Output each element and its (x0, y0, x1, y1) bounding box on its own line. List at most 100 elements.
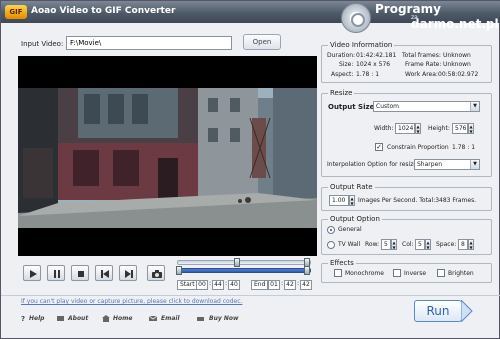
col-stepper[interactable]: ▲ ▼ (425, 239, 431, 250)
start-seconds[interactable]: 40 (228, 280, 240, 290)
capture-button[interactable] (147, 265, 165, 281)
size-label: Size: (339, 61, 354, 68)
position-slider[interactable] (177, 258, 311, 267)
frame-rate-label: Frame Rate: (405, 61, 442, 68)
about-link[interactable]: About (68, 315, 88, 322)
stop-button[interactable] (71, 265, 89, 281)
end-minutes[interactable]: 42 (284, 280, 296, 290)
inverse-checkbox[interactable] (393, 269, 401, 277)
resize-title: Resize (328, 89, 355, 97)
download-codec-link[interactable]: If you can't play video or capture pictu… (21, 298, 242, 305)
tv-wall-label: TV Wall (338, 241, 361, 248)
row-label: Row: (365, 241, 380, 248)
aspect-value: 1.78 : 1 (356, 71, 380, 78)
output-rate-stepper[interactable]: ▲ ▼ (349, 195, 355, 206)
street-scene-illustration (18, 88, 317, 228)
end-seconds[interactable]: 42 (300, 280, 312, 290)
end-hours[interactable]: 01 (268, 280, 280, 290)
email-link[interactable]: Email (161, 315, 180, 322)
step-forward-icon (125, 270, 133, 278)
total-frames-value: Unknown (443, 52, 471, 59)
col-label: Col: (402, 241, 414, 248)
output-size-dropdown[interactable]: Custom ▼ (373, 101, 480, 112)
row-field[interactable]: 5 (381, 239, 391, 250)
output-size-label: Output Size: (328, 103, 378, 111)
watermark-line2: darmo.net.pl (411, 17, 499, 31)
space-stepper[interactable]: ▲ ▼ (468, 239, 474, 250)
height-label: Height: (428, 125, 450, 132)
monochrome-checkbox[interactable] (334, 269, 342, 277)
start-hours[interactable]: 00 (196, 280, 208, 290)
gear-logo-icon (341, 3, 371, 33)
work-area-slider[interactable] (176, 266, 311, 275)
input-video-field[interactable] (66, 36, 232, 50)
row-stepper[interactable]: ▲ ▼ (391, 239, 397, 250)
title-bar[interactable]: GIF Aoao Video to GIF Converter Programy… (1, 1, 500, 33)
end-time-label[interactable]: End (251, 280, 269, 290)
watermark-line1: Programy (375, 2, 441, 16)
duration-value: 01:42:42.181 (356, 52, 397, 59)
video-preview (18, 56, 317, 256)
height-stepper[interactable]: ▲ ▼ (468, 123, 474, 134)
col-field[interactable]: 5 (415, 239, 425, 250)
output-option-title: Output Option (328, 215, 382, 223)
position-slider-thumb[interactable] (234, 258, 241, 267)
chevron-down-icon[interactable]: ▼ (470, 102, 479, 111)
camera-icon (152, 270, 162, 278)
output-rate-title: Output Rate (328, 183, 375, 191)
email-icon (149, 315, 157, 321)
effects-title: Effects (328, 259, 356, 267)
start-time-label[interactable]: Start (177, 280, 198, 290)
previous-frame-button[interactable] (95, 265, 113, 281)
width-label: Width: (374, 125, 394, 132)
tv-wall-radio[interactable] (327, 241, 335, 249)
size-value: 1024 x 576 (356, 61, 391, 68)
home-icon (102, 315, 110, 322)
help-icon: ? (21, 315, 25, 322)
interpolation-dropdown[interactable]: Sharpen ▼ (414, 159, 480, 170)
chevron-down-icon[interactable]: ▼ (470, 160, 479, 169)
duration-label: Duration: (327, 52, 356, 59)
width-stepper[interactable]: ▲ ▼ (415, 123, 421, 134)
constrain-proportion-label: Constrain Proportion (387, 144, 449, 151)
output-rate-field[interactable]: 1.00 (329, 195, 349, 206)
height-field[interactable]: 576 (452, 123, 468, 134)
work-area-start-thumb[interactable] (176, 266, 182, 275)
app-window: GIF Aoao Video to GIF Converter Programy… (0, 0, 500, 339)
constrain-ratio-value: 1.78 : 1 (452, 144, 476, 151)
open-button[interactable]: Open (243, 34, 281, 50)
home-link[interactable]: Home (113, 315, 132, 322)
space-field[interactable]: 8 (458, 239, 468, 250)
stop-icon (78, 271, 84, 277)
general-radio[interactable] (327, 226, 335, 234)
inverse-label: Inverse (404, 270, 427, 277)
interpolation-value: Sharpen (417, 161, 443, 168)
frame-rate-value: Unknown (443, 61, 471, 68)
monochrome-label: Monochrome (345, 270, 384, 277)
video-information-title: Video Information (328, 41, 395, 49)
play-icon (30, 270, 37, 278)
help-link[interactable]: Help (29, 315, 44, 322)
run-button[interactable]: Run (414, 300, 462, 322)
svg-text:?: ? (21, 315, 25, 322)
time-separator: : (209, 280, 212, 287)
width-field[interactable]: 1024 (395, 123, 415, 134)
output-size-value: Custom (376, 103, 399, 110)
run-arrow-icon[interactable] (461, 300, 473, 322)
time-separator: : (225, 280, 228, 287)
video-frame-image (18, 88, 317, 228)
footer-divider (1, 295, 500, 296)
constrain-proportion-checkbox[interactable]: ✓ (375, 143, 383, 151)
brighten-label: Brighten (448, 270, 474, 277)
aspect-label: Aspect: (331, 71, 354, 78)
interpolation-label: Interpolation Option for resize: (327, 161, 420, 168)
work-area-end-thumb[interactable] (304, 266, 310, 275)
play-button[interactable] (23, 265, 41, 281)
about-icon (57, 316, 64, 321)
start-minutes[interactable]: 44 (212, 280, 224, 290)
buy-now-link[interactable]: Buy Now (209, 315, 239, 322)
pause-button[interactable] (47, 265, 65, 281)
next-frame-button[interactable] (119, 265, 137, 281)
step-back-icon (101, 270, 109, 278)
brighten-checkbox[interactable] (437, 269, 445, 277)
